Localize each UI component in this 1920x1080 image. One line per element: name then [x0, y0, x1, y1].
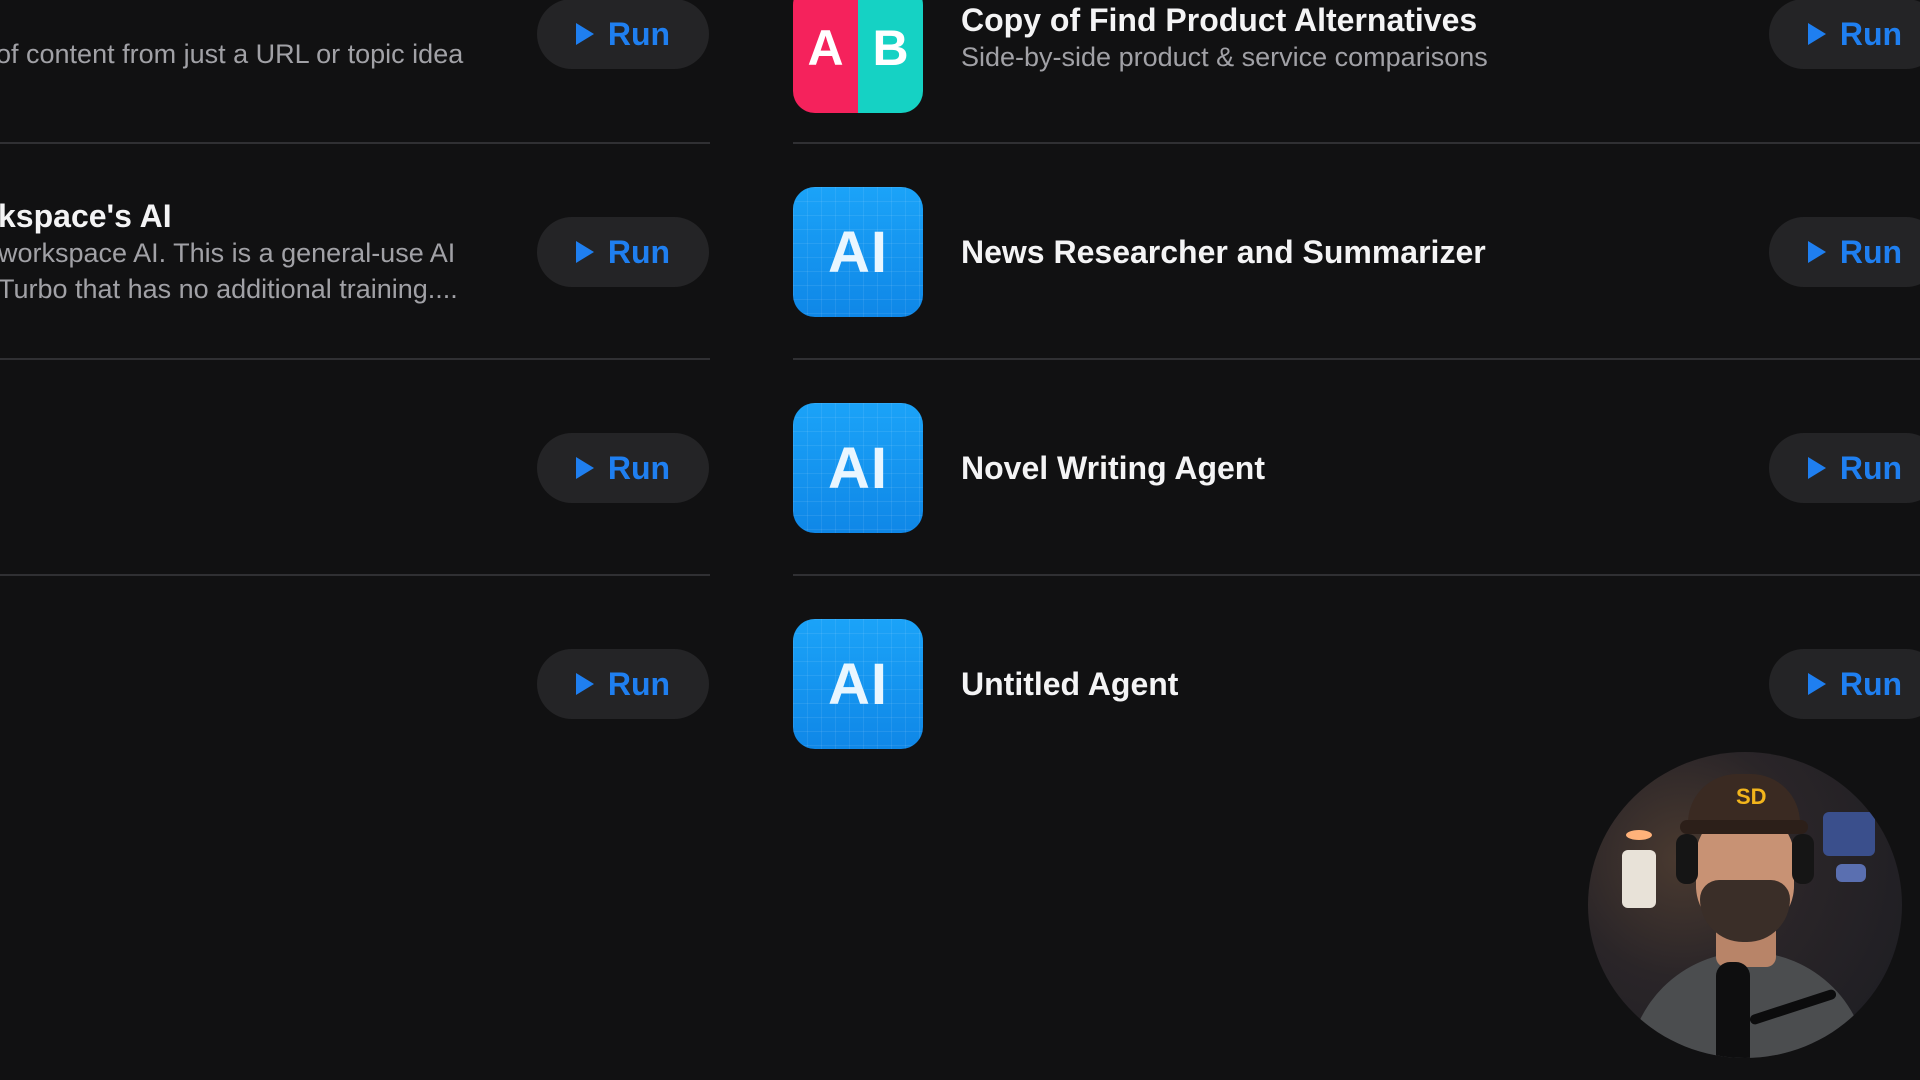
run-button[interactable]: Run	[537, 433, 709, 503]
play-icon	[575, 23, 594, 45]
run-button[interactable]: Run	[537, 649, 709, 719]
ai-icon-text: AI	[828, 651, 888, 717]
run-button[interactable]: Run	[1769, 0, 1920, 69]
agent-title: Untitled Agent	[961, 666, 1179, 702]
run-button-label: Run	[607, 15, 671, 52]
agent-title: Novel Writing Agent	[961, 450, 1265, 486]
headset-icon	[1676, 834, 1698, 884]
run-button-label: Run	[1839, 233, 1903, 270]
run-button[interactable]: Run	[537, 0, 709, 69]
agent-description: Side-by-side product & service compariso…	[961, 42, 1488, 72]
background-lamp	[1626, 830, 1652, 840]
presenter-cap-brim	[1680, 820, 1808, 834]
background-monitor	[1823, 812, 1875, 856]
webcam-overlay: SD	[1588, 752, 1902, 1058]
agent-description-line: workspace AI. This is a general-use AI	[0, 238, 456, 268]
ai-icon: AI	[793, 619, 923, 749]
run-button[interactable]: Run	[537, 217, 709, 287]
agent-text: of content from just a URL or topic idea	[0, 36, 463, 72]
play-icon	[1807, 241, 1826, 263]
ai-icon-text: AI	[828, 435, 888, 501]
headset-icon	[1792, 834, 1814, 884]
background-window	[1622, 850, 1656, 908]
run-button-label: Run	[1839, 15, 1903, 52]
list-item[interactable]: AI News Researcher and Summarizer Run	[793, 144, 1920, 360]
presenter-beard	[1700, 880, 1790, 942]
run-button[interactable]: Run	[1769, 217, 1920, 287]
agent-text: Novel Writing Agent	[961, 449, 1265, 487]
agent-text: Copy of Find Product Alternatives Side-b…	[961, 1, 1488, 75]
agent-description: of content from just a URL or topic idea	[0, 39, 464, 69]
play-icon	[1807, 673, 1826, 695]
run-button[interactable]: Run	[1769, 433, 1920, 503]
agent-text: kspace's AI workspace AI. This is a gene…	[0, 197, 458, 307]
agent-description-line: Turbo that has no additional training...…	[0, 274, 458, 304]
agent-text: News Researcher and Summarizer	[961, 233, 1486, 271]
play-icon	[1807, 23, 1826, 45]
agent-title: News Researcher and Summarizer	[961, 234, 1486, 270]
run-button-label: Run	[607, 665, 671, 702]
list-item[interactable]: A B Copy of Find Product Alternatives Si…	[793, 0, 1920, 144]
ai-icon-text: AI	[828, 219, 888, 285]
list-item[interactable]: of content from just a URL or topic idea…	[0, 0, 710, 144]
ai-icon: AI	[793, 187, 923, 317]
left-agent-column: of content from just a URL or topic idea…	[0, 0, 710, 1080]
run-button-label: Run	[1839, 665, 1903, 702]
ai-icon: AI	[793, 403, 923, 533]
run-button-label: Run	[1839, 449, 1903, 486]
ab-icon-b: B	[858, 0, 923, 113]
play-icon	[575, 673, 594, 695]
ab-icon: A B	[793, 0, 923, 113]
list-item[interactable]: Run	[0, 576, 710, 792]
run-button[interactable]: Run	[1769, 649, 1920, 719]
ab-icon-a: A	[793, 0, 858, 113]
agent-title: Copy of Find Product Alternatives	[961, 2, 1478, 38]
run-button-label: Run	[607, 449, 671, 486]
microphone-icon	[1716, 962, 1750, 1058]
agent-title: kspace's AI	[0, 198, 172, 234]
cap-logo: SD	[1736, 784, 1767, 809]
background-screen	[1836, 864, 1866, 882]
list-item[interactable]: AI Novel Writing Agent Run	[793, 360, 1920, 576]
play-icon	[575, 241, 594, 263]
run-button-label: Run	[607, 233, 671, 270]
play-icon	[1807, 457, 1826, 479]
list-item[interactable]: Run	[0, 360, 710, 576]
list-item[interactable]: kspace's AI workspace AI. This is a gene…	[0, 144, 710, 360]
play-icon	[575, 457, 594, 479]
agents-list-page: of content from just a URL or topic idea…	[0, 0, 1920, 1080]
agent-text: Untitled Agent	[961, 665, 1178, 703]
